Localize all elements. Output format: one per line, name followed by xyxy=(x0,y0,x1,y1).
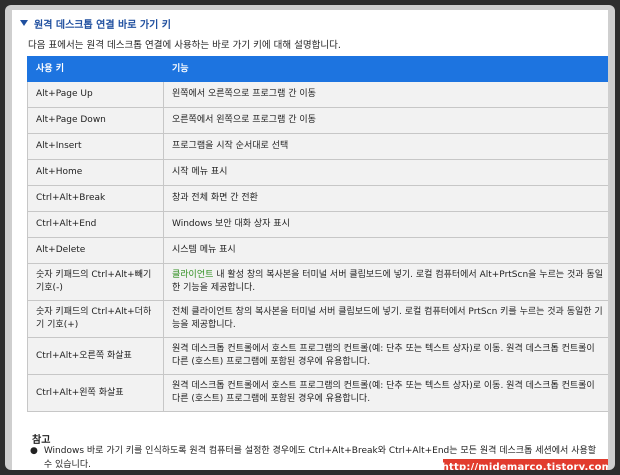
intro-text: 다음 표에서는 원격 데스크톱 연결에 사용하는 바로 가기 키에 대해 설명합… xyxy=(28,40,341,51)
column-header-key: 사용 키 xyxy=(27,56,164,82)
column-header-function: 기능 xyxy=(163,56,608,82)
section-title: 원격 데스크톱 연결 바로 가기 키 xyxy=(34,19,172,31)
key-cell: Alt+Page Down xyxy=(27,107,164,134)
key-cell: Alt+Page Up xyxy=(27,81,164,108)
table-row: Ctrl+Alt+Break 창과 전체 화면 간 전환 xyxy=(27,185,608,212)
blog-watermark: http://midemarco.tistory.com xyxy=(442,459,608,470)
table-row: Ctrl+Alt+오른쪽 화살표 원격 데스크톱 컨트롤에서 호스트 프로그램의… xyxy=(27,337,608,375)
function-cell: 시스템 메뉴 표시 xyxy=(163,237,608,264)
key-cell: Alt+Home xyxy=(27,159,164,186)
table-header-row: 사용 키 기능 xyxy=(27,56,608,82)
function-cell: 창과 전체 화면 간 전환 xyxy=(163,185,608,212)
function-cell: 프로그램을 시작 순서대로 선택 xyxy=(163,133,608,160)
function-cell: 오른쪽에서 왼쪽으로 프로그램 간 이동 xyxy=(163,107,608,134)
table-row: Alt+Delete 시스템 메뉴 표시 xyxy=(27,237,608,264)
function-cell: Windows 보안 대화 상자 표시 xyxy=(163,211,608,238)
function-cell: 원격 데스크톱 컨트롤에서 호스트 프로그램의 컨트롤(예: 단추 또는 텍스트… xyxy=(163,337,608,375)
function-cell: 시작 메뉴 표시 xyxy=(163,159,608,186)
collapse-triangle-icon[interactable] xyxy=(20,20,28,26)
key-cell: Ctrl+Alt+왼쪽 화살표 xyxy=(27,374,164,412)
key-cell: Ctrl+Alt+End xyxy=(27,211,164,238)
shortcut-table: 사용 키 기능 Alt+Page Up 왼쪽에서 오른쪽으로 프로그램 간 이동… xyxy=(27,56,608,412)
key-cell: 숫자 키패드의 Ctrl+Alt+빼기 기호(-) xyxy=(27,263,164,301)
function-cell: 클라이언트 내 활성 창의 복사본을 터미널 서버 클립보드에 넣기. 로컬 컴… xyxy=(163,263,608,301)
content-page: 원격 데스크톱 연결 바로 가기 키 다음 표에서는 원격 데스크톱 연결에 사… xyxy=(12,10,608,470)
table-row: Ctrl+Alt+왼쪽 화살표 원격 데스크톱 컨트롤에서 호스트 프로그램의 … xyxy=(27,374,608,412)
table-row: Ctrl+Alt+End Windows 보안 대화 상자 표시 xyxy=(27,211,608,238)
bullet-icon: ● xyxy=(30,446,38,456)
function-cell: 전체 클라이언트 창의 복사본을 터미널 서버 클립보드에 넣기. 로컬 컴퓨터… xyxy=(163,300,608,338)
window-frame: 원격 데스크톱 연결 바로 가기 키 다음 표에서는 원격 데스크톱 연결에 사… xyxy=(5,5,615,470)
table-row: Alt+Page Down 오른쪽에서 왼쪽으로 프로그램 간 이동 xyxy=(27,107,608,134)
table-row: 숫자 키패드의 Ctrl+Alt+더하기 기호(+) 전체 클라이언트 창의 복… xyxy=(27,300,608,338)
key-cell: 숫자 키패드의 Ctrl+Alt+더하기 기호(+) xyxy=(27,300,164,338)
key-cell: Ctrl+Alt+Break xyxy=(27,185,164,212)
key-cell: Alt+Insert xyxy=(27,133,164,160)
function-cell: 원격 데스크톱 컨트롤에서 호스트 프로그램의 컨트롤(예: 단추 또는 텍스트… xyxy=(163,374,608,412)
table-row: Alt+Home 시작 메뉴 표시 xyxy=(27,159,608,186)
function-cell: 왼쪽에서 오른쪽으로 프로그램 간 이동 xyxy=(163,81,608,108)
key-cell: Ctrl+Alt+오른쪽 화살표 xyxy=(27,337,164,375)
highlight-text: 클라이언트 xyxy=(172,270,214,280)
table-row: Alt+Insert 프로그램을 시작 순서대로 선택 xyxy=(27,133,608,160)
section-header[interactable]: 원격 데스크톱 연결 바로 가기 키 xyxy=(20,15,171,31)
table-row: 숫자 키패드의 Ctrl+Alt+빼기 기호(-) 클라이언트 내 활성 창의 … xyxy=(27,263,608,301)
table-row: Alt+Page Up 왼쪽에서 오른쪽으로 프로그램 간 이동 xyxy=(27,81,608,108)
key-cell: Alt+Delete xyxy=(27,237,164,264)
function-text: 내 활성 창의 복사본을 터미널 서버 클립보드에 넣기. 로컬 컴퓨터에서 A… xyxy=(172,270,603,293)
